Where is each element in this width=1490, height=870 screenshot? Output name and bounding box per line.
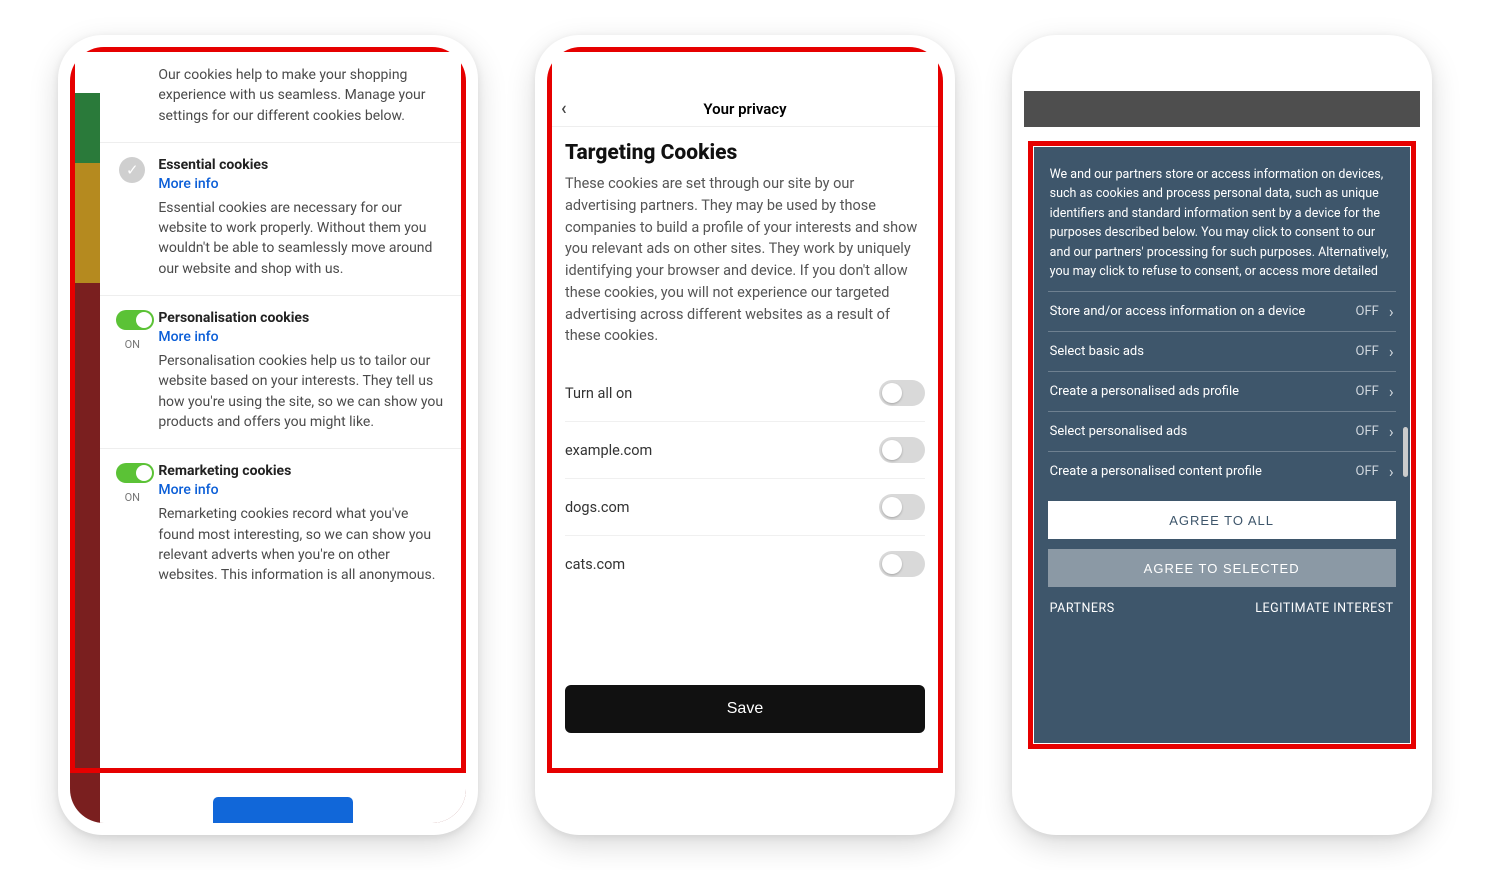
consent-intro-text: We and our partners store or access info… [1048,165,1396,281]
purpose-row[interactable]: Create a personalised content profile OF… [1048,451,1396,491]
phone-mockup-2: ‹ Your privacy Targeting Cookies These c… [535,35,955,835]
more-info-link[interactable]: More info [158,482,218,498]
partner-row: cats.com [565,536,925,592]
legitimate-interest-link[interactable]: LEGITIMATE INTEREST [1255,601,1393,616]
phone-mockup-1: Our cookies help to make your shopping e… [58,35,478,835]
cookie-section-essential: ✓ Essential cookies More info Essential … [100,142,466,295]
save-button[interactable]: Save [565,685,925,733]
purpose-row[interactable]: Store and/or access information on a dev… [1048,291,1396,331]
turn-all-on-label: Turn all on [565,385,632,402]
purpose-row[interactable]: Select personalised ads OFF › [1048,411,1396,451]
privacy-header: ‹ Your privacy [547,91,943,127]
partners-link[interactable]: PARTNERS [1050,601,1115,616]
toggle-state-label: ON [116,338,148,351]
chevron-right-icon: › [1389,382,1394,401]
partner-row: example.com [565,422,925,479]
section-title: Personalisation cookies [158,310,444,326]
phone-mockup-3: We and our partners store or access info… [1012,35,1432,835]
partner-row: dogs.com [565,479,925,536]
purpose-state: OFF [1356,304,1379,319]
purpose-row[interactable]: Select basic ads OFF › [1048,331,1396,371]
phone-screen-3: We and our partners store or access info… [1024,47,1420,823]
save-settings-button[interactable] [213,797,353,823]
purpose-state: OFF [1356,344,1379,359]
toggle-partner[interactable] [879,551,925,577]
scrollbar[interactable] [1403,427,1408,477]
section-description: Remarketing cookies record what you've f… [158,504,444,585]
partner-label: cats.com [565,556,625,573]
purpose-state: OFF [1356,384,1379,399]
agree-to-all-button[interactable]: AGREE TO ALL [1048,501,1396,539]
phone-screen-1: Our cookies help to make your shopping e… [70,47,466,823]
chevron-right-icon: › [1389,342,1394,361]
section-description: Personalisation cookies help us to tailo… [158,351,444,432]
toggle-partner[interactable] [879,494,925,520]
purpose-row[interactable]: Create a personalised ads profile OFF › [1048,371,1396,411]
chevron-right-icon: › [1389,302,1394,321]
purpose-label: Create a personalised content profile [1050,464,1262,479]
dialog-intro-text: Our cookies help to make your shopping e… [100,65,466,142]
phone-screen-2: ‹ Your privacy Targeting Cookies These c… [547,47,943,823]
purpose-label: Select basic ads [1050,344,1144,359]
section-title: Remarketing cookies [158,463,444,479]
consent-sheet: We and our partners store or access info… [1034,147,1410,743]
purpose-label: Create a personalised ads profile [1050,384,1239,399]
agree-to-selected-button[interactable]: AGREE TO SELECTED [1048,549,1396,587]
page-paragraph: These cookies are set through our site b… [565,173,925,347]
cookie-settings-dialog: Our cookies help to make your shopping e… [100,47,466,823]
chevron-right-icon: › [1389,422,1394,441]
more-info-link[interactable]: More info [158,176,218,192]
toggle-state-label: ON [116,491,148,504]
purpose-label: Store and/or access information on a dev… [1050,304,1306,319]
chevron-right-icon: › [1389,462,1394,481]
header-title: Your privacy [703,100,786,118]
toggle-personalisation[interactable] [116,310,154,330]
purpose-state: OFF [1356,464,1379,479]
check-icon: ✓ [119,157,145,183]
cookie-section-remarketing: ON Remarketing cookies More info Remarke… [100,448,466,601]
dark-top-bar [1024,91,1420,127]
page-heading: Targeting Cookies [565,141,925,165]
toggle-turn-all-on[interactable] [879,380,925,406]
toggle-partner[interactable] [879,437,925,463]
more-info-link[interactable]: More info [158,329,218,345]
purpose-state: OFF [1356,424,1379,439]
section-title: Essential cookies [158,157,444,173]
toggle-remarketing[interactable] [116,463,154,483]
partner-label: example.com [565,442,652,459]
cookie-section-personalisation: ON Personalisation cookies More info Per… [100,295,466,448]
section-description: Essential cookies are necessary for our … [158,198,444,279]
partner-label: dogs.com [565,499,629,516]
purpose-label: Select personalised ads [1050,424,1188,439]
back-chevron-icon[interactable]: ‹ [561,98,567,119]
turn-all-on-row: Turn all on [565,365,925,422]
